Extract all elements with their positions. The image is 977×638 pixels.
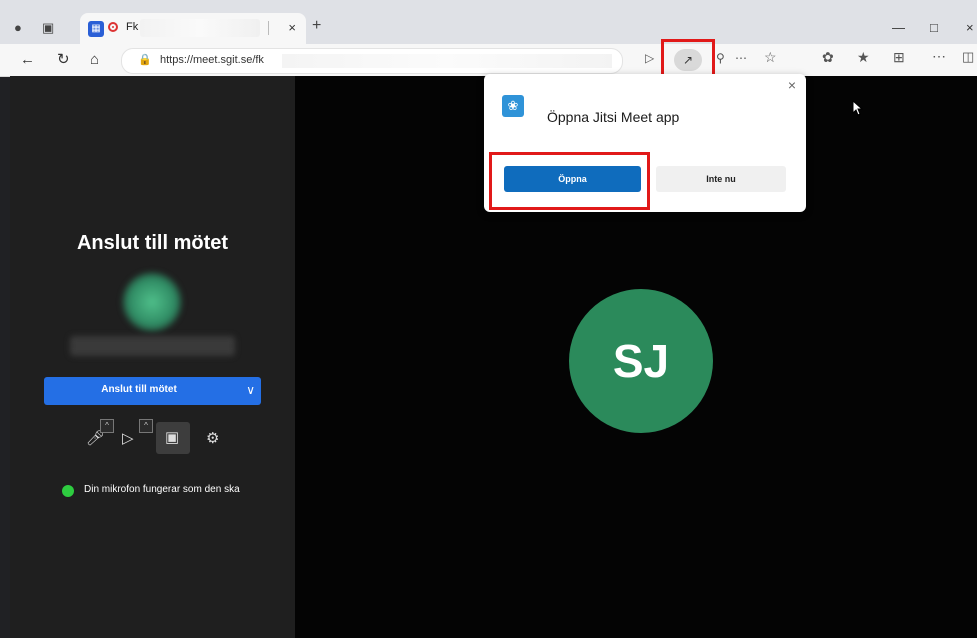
url-text[interactable]: https://meet.sgit.se/fk — [160, 54, 264, 66]
collections-icon[interactable]: ⊞ — [893, 49, 905, 66]
address-bar[interactable]: 🔒 https://meet.sgit.se/fk — [121, 48, 623, 74]
maximize-button[interactable]: □ — [930, 20, 938, 35]
virtual-background-button[interactable]: ▣ — [156, 422, 190, 454]
mouse-cursor-icon — [852, 100, 864, 116]
camera-permission-icon[interactable]: ▷ — [645, 51, 654, 65]
mic-options-caret[interactable]: ^ — [100, 419, 114, 433]
zoom-icon[interactable]: ⚲ — [716, 51, 725, 65]
url-redacted — [282, 54, 612, 68]
settings-more-icon[interactable]: ⋯ — [932, 48, 946, 65]
profile-icon[interactable]: ● — [14, 20, 22, 36]
prejoin-panel — [10, 76, 295, 638]
mic-status-indicator — [62, 485, 74, 497]
refresh-icon[interactable]: ↻ — [57, 51, 70, 69]
lock-icon[interactable]: 🔒 — [138, 53, 152, 66]
open-app-highlight — [661, 39, 715, 79]
new-tab-button[interactable]: + — [312, 18, 321, 34]
favorite-star-icon[interactable]: ☆ — [764, 49, 777, 66]
browser-titlebar: ● ▣ ▦ Fk × + — □ × — [0, 0, 977, 44]
participant-avatar: SJ — [569, 289, 713, 433]
join-meeting-label: Anslut till mötet — [101, 384, 177, 395]
camera-off-icon[interactable]: ▷ — [122, 430, 134, 448]
camera-options-caret[interactable]: ^ — [139, 419, 153, 433]
tab-title: Fk — [126, 21, 139, 33]
display-name-redacted — [70, 336, 235, 356]
image-icon: ▣ — [165, 429, 180, 446]
chevron-down-icon[interactable]: ∨ — [246, 383, 255, 397]
sidebar-icon[interactable]: ◫ — [962, 49, 974, 65]
popup-close-button[interactable]: × — [788, 77, 796, 93]
window-close-button[interactable]: × — [966, 20, 974, 35]
extensions-icon[interactable]: ✿ — [822, 49, 834, 66]
prejoin-title: Anslut till mötet — [76, 232, 229, 254]
tab-separator — [268, 21, 269, 35]
more-site-icon[interactable]: ⋯ — [735, 51, 747, 65]
jitsi-logo-icon: ❀ — [502, 95, 524, 117]
tab-favicon-icon: ▦ — [88, 21, 104, 37]
join-meeting-button[interactable]: Anslut till mötet ∨ — [44, 377, 261, 405]
tab-actions-icon[interactable]: ▣ — [42, 20, 54, 36]
open-button-highlight — [489, 152, 650, 210]
not-now-button[interactable]: Inte nu — [656, 166, 786, 192]
user-avatar-redacted — [122, 272, 182, 332]
popup-title: Öppna Jitsi Meet app — [547, 109, 680, 125]
browser-navbar: ← ↻ ⌂ 🔒 https://meet.sgit.se/fk ▷ ↗ ⚲ ⋯ … — [0, 44, 977, 77]
mic-status-text: Din mikrofon fungerar som den ska — [84, 484, 240, 495]
settings-gear-icon[interactable]: ⚙ — [206, 430, 219, 448]
favorites-icon[interactable]: ★ — [857, 49, 870, 66]
tab-title-redacted — [140, 19, 260, 37]
tab-close-button[interactable]: × — [288, 20, 296, 35]
home-icon[interactable]: ⌂ — [90, 51, 99, 69]
minimize-button[interactable]: — — [892, 20, 905, 35]
recording-icon — [108, 22, 118, 32]
browser-tab[interactable]: ▦ Fk × — [80, 13, 306, 44]
back-icon[interactable]: ← — [20, 51, 35, 69]
